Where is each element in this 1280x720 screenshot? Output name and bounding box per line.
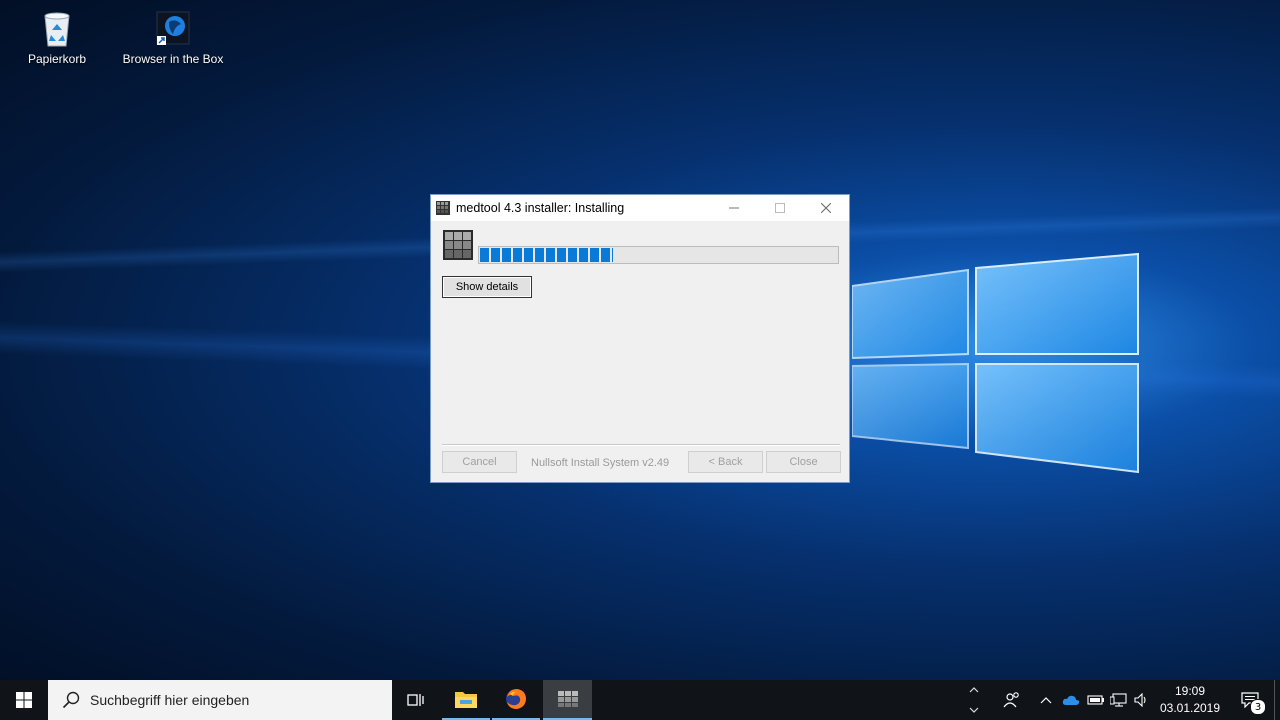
taskbar-firefox[interactable] bbox=[492, 680, 540, 720]
search-icon bbox=[62, 691, 80, 709]
taskbar-file-explorer[interactable] bbox=[442, 680, 490, 720]
battery-tray[interactable] bbox=[1086, 680, 1106, 720]
desktop-icon-browser-in-the-box[interactable]: Browser in the Box bbox=[118, 8, 228, 66]
chevron-down-icon bbox=[969, 707, 979, 713]
close-icon bbox=[821, 203, 831, 213]
show-desktop-button[interactable] bbox=[1274, 680, 1280, 720]
clock-date: 03.01.2019 bbox=[1159, 701, 1221, 715]
people-button[interactable] bbox=[996, 680, 1028, 720]
taskbar-scroll-up[interactable] bbox=[965, 680, 983, 700]
clock-time: 19:09 bbox=[1174, 684, 1206, 698]
installer-window: medtool 4.3 installer: Installing Show d… bbox=[430, 194, 850, 483]
network-tray[interactable] bbox=[1108, 680, 1130, 720]
minimize-icon bbox=[729, 207, 739, 209]
installer-task-icon bbox=[557, 691, 578, 707]
speaker-icon bbox=[1134, 693, 1146, 707]
browser-in-the-box-icon bbox=[156, 11, 190, 45]
action-center-button[interactable]: 3 bbox=[1232, 680, 1268, 720]
battery-icon bbox=[1087, 695, 1104, 705]
minimize-button[interactable] bbox=[711, 195, 757, 221]
back-button[interactable]: < Back bbox=[688, 451, 763, 473]
notification-count-badge: 3 bbox=[1250, 699, 1266, 715]
taskbar-clock[interactable]: 19:09 03.01.2019 bbox=[1155, 683, 1225, 717]
start-button[interactable] bbox=[0, 680, 48, 720]
chevron-up-icon bbox=[969, 687, 979, 693]
nsis-branding-text: Nullsoft Install System v2.49 bbox=[531, 457, 670, 469]
cancel-button[interactable]: Cancel bbox=[442, 451, 517, 473]
windows-wallpaper-logo bbox=[852, 252, 1139, 474]
install-progress-bar bbox=[478, 246, 839, 264]
taskbar-search-box[interactable]: Suchbegriff hier eingeben bbox=[48, 680, 392, 720]
installer-app-icon bbox=[436, 201, 450, 215]
footer-separator bbox=[442, 444, 840, 446]
recycle-bin-icon bbox=[44, 12, 70, 47]
task-view-icon bbox=[407, 694, 424, 706]
show-hidden-icons-button[interactable] bbox=[1036, 680, 1056, 720]
close-button[interactable]: Close bbox=[766, 451, 841, 473]
task-view-button[interactable] bbox=[392, 680, 440, 720]
installer-logo-icon bbox=[443, 230, 473, 260]
cloud-icon bbox=[1062, 695, 1080, 705]
volume-tray[interactable] bbox=[1132, 680, 1152, 720]
maximize-icon bbox=[775, 203, 785, 213]
firefox-icon bbox=[506, 689, 526, 709]
taskbar: Suchbegriff hier eingeben 19:09 03.01.20… bbox=[0, 680, 1280, 720]
maximize-button[interactable] bbox=[757, 195, 803, 221]
progress-fill bbox=[480, 248, 613, 262]
close-window-button[interactable] bbox=[803, 195, 849, 221]
title-bar[interactable]: medtool 4.3 installer: Installing bbox=[431, 195, 849, 221]
network-icon bbox=[1110, 693, 1127, 707]
search-placeholder: Suchbegriff hier eingeben bbox=[90, 692, 250, 708]
desktop-icon-label: Papierkorb bbox=[27, 52, 87, 66]
taskbar-scroll-down[interactable] bbox=[965, 700, 983, 720]
windows-start-icon bbox=[16, 692, 32, 708]
desktop-icon-label: Browser in the Box bbox=[122, 52, 224, 66]
taskbar-installer[interactable] bbox=[543, 680, 592, 720]
people-icon bbox=[1003, 692, 1019, 708]
chevron-up-icon bbox=[1040, 697, 1052, 704]
desktop-icon-recycle-bin[interactable]: Papierkorb bbox=[2, 8, 112, 66]
show-details-button[interactable]: Show details bbox=[442, 276, 532, 298]
folder-icon bbox=[455, 692, 477, 708]
onedrive-tray[interactable] bbox=[1060, 680, 1082, 720]
window-title: medtool 4.3 installer: Installing bbox=[456, 201, 625, 215]
